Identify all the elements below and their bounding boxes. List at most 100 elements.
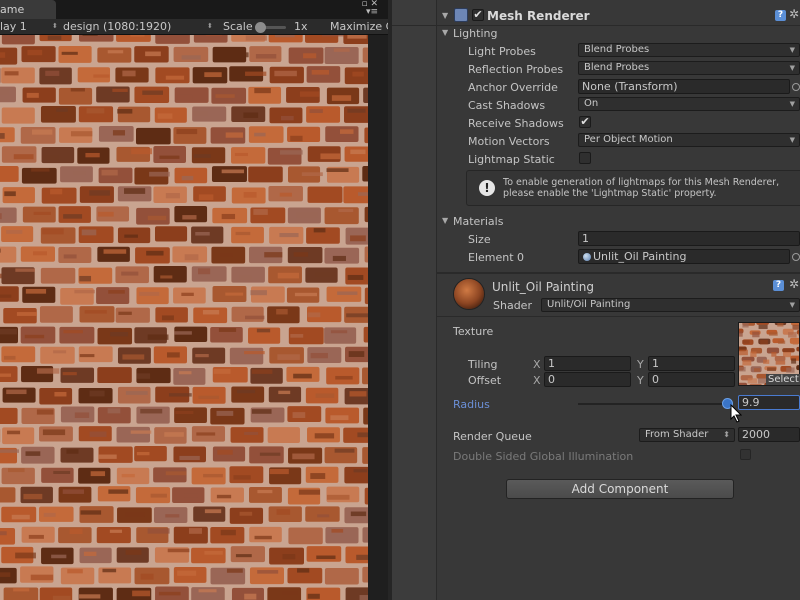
- display-updown-icon: ⬍: [52, 22, 58, 30]
- offset-y-label: Y: [637, 374, 644, 387]
- element0-label: Element 0: [468, 251, 525, 264]
- size-label: Size: [468, 233, 491, 246]
- help-icon[interactable]: ?: [773, 280, 784, 291]
- object-picker-icon[interactable]: [792, 253, 800, 261]
- mesh-renderer-enabled-checkbox[interactable]: ✔: [472, 9, 484, 21]
- display-label: lay 1: [0, 20, 27, 33]
- foldout-arrow-icon[interactable]: ▼: [442, 11, 448, 20]
- help-icon[interactable]: ?: [775, 10, 786, 21]
- cast-shadows-row: Cast Shadows On ▼: [392, 96, 800, 114]
- game-toolbar: lay 1 ⬍ design (1080:1920) ⬍ Scale 1x Ma…: [0, 19, 393, 35]
- dropdown-arrow-icon: ▼: [789, 100, 795, 108]
- scale-slider-thumb[interactable]: [255, 22, 266, 33]
- maximize-on-play-button[interactable]: Maximize C: [330, 20, 393, 33]
- offset-y-value: 0: [652, 373, 659, 386]
- tab-menu-icon[interactable]: ▾≡: [366, 7, 378, 17]
- lighting-arrow-icon[interactable]: ▼: [442, 28, 448, 37]
- light-probes-value: Blend Probes: [584, 44, 650, 55]
- size-value: 1: [582, 232, 589, 245]
- dropdown-arrow-icon: ▼: [789, 64, 795, 72]
- anchor-override-value: None (Transform): [582, 80, 678, 93]
- cast-shadows-label: Cast Shadows: [468, 99, 546, 112]
- lighting-foldout[interactable]: ▼ Lighting: [392, 24, 800, 42]
- lightmap-static-checkbox[interactable]: [579, 152, 591, 164]
- gear-icon[interactable]: ✲: [789, 277, 799, 291]
- lightmap-info-box: ! To enable generation of lightmaps for …: [466, 170, 800, 206]
- dropdown-arrow-icon: ▼: [789, 301, 795, 309]
- receive-shadows-checkbox[interactable]: ✔: [579, 116, 591, 128]
- tiling-y-field[interactable]: 1: [648, 356, 735, 371]
- gear-icon[interactable]: ✲: [789, 7, 799, 21]
- lighting-label: Lighting: [453, 27, 498, 40]
- material-separator: [437, 316, 800, 317]
- info-line-1: To enable generation of lightmaps for th…: [503, 177, 780, 188]
- offset-label: Offset: [468, 374, 502, 387]
- materials-arrow-icon[interactable]: ▼: [442, 216, 448, 225]
- double-sided-gi-checkbox[interactable]: [740, 449, 751, 460]
- game-render-canvas[interactable]: [0, 35, 368, 600]
- light-probes-dropdown[interactable]: Blend Probes ▼: [578, 43, 800, 57]
- radius-label: Radius: [453, 398, 490, 411]
- double-sided-gi-row: Double Sided Global Illumination: [392, 447, 800, 465]
- motion-vectors-label: Motion Vectors: [468, 135, 550, 148]
- scale-label: Scale: [223, 20, 253, 33]
- game-tab[interactable]: ame: [0, 0, 56, 19]
- material-preview-sphere: [453, 278, 485, 310]
- radius-slider-track[interactable]: [578, 403, 728, 405]
- reflection-probes-label: Reflection Probes: [468, 63, 564, 76]
- add-component-label: Add Component: [571, 482, 669, 496]
- offset-row: Offset X 0 Y 0: [392, 371, 800, 389]
- material-sphere-image: [454, 279, 484, 309]
- add-component-button[interactable]: Add Component: [506, 479, 734, 499]
- materials-label: Materials: [453, 215, 504, 228]
- render-queue-mode-dropdown[interactable]: From Shader ⬍: [639, 428, 735, 442]
- tiling-x-field[interactable]: 1: [544, 356, 631, 371]
- element0-field[interactable]: Unlit_Oil Painting: [578, 249, 790, 264]
- offset-x-label: X: [533, 374, 541, 387]
- render-queue-mode-value: From Shader: [645, 429, 709, 440]
- offset-y-field[interactable]: 0: [648, 372, 735, 387]
- component-separator: [437, 272, 800, 274]
- reflection-probes-dropdown[interactable]: Blend Probes ▼: [578, 61, 800, 75]
- resolution-label: design (1080:1920): [63, 20, 172, 33]
- lightmap-static-label: Lightmap Static: [468, 153, 555, 166]
- cast-shadows-value: On: [584, 98, 599, 109]
- oil-painting-brick-image: [0, 35, 368, 600]
- mesh-renderer-icon: [454, 8, 468, 22]
- mesh-renderer-header[interactable]: ▼ ✔ Mesh Renderer ? ✲: [392, 6, 800, 26]
- cast-shadows-dropdown[interactable]: On ▼: [578, 97, 800, 111]
- render-queue-value: 2000: [742, 428, 770, 441]
- resolution-updown-icon: ⬍: [207, 22, 213, 30]
- materials-foldout[interactable]: ▼ Materials: [392, 212, 800, 230]
- motion-vectors-dropdown[interactable]: Per Object Motion ▼: [578, 133, 800, 147]
- resolution-dropdown[interactable]: design (1080:1920): [63, 20, 171, 33]
- game-tab-label: ame: [0, 3, 25, 16]
- mouse-cursor-icon: [730, 404, 742, 423]
- shader-dropdown[interactable]: Unlit/Oil Painting ▼: [541, 298, 800, 312]
- object-picker-icon[interactable]: [792, 83, 800, 91]
- element0-value: Unlit_Oil Painting: [593, 250, 687, 263]
- render-queue-field[interactable]: 2000: [738, 427, 800, 442]
- receive-shadows-label: Receive Shadows: [468, 117, 564, 130]
- shader-value: Unlit/Oil Painting: [547, 299, 631, 310]
- material-icon: [583, 253, 591, 261]
- reflection-probes-row: Reflection Probes Blend Probes ▼: [392, 60, 800, 78]
- material-name: Unlit_Oil Painting: [492, 280, 594, 294]
- inspector-panel: ▼ ✔ Mesh Renderer ? ✲ ▼ Lighting Light P…: [392, 0, 800, 600]
- lightmap-static-row: Lightmap Static: [392, 150, 800, 168]
- size-field[interactable]: 1: [578, 231, 800, 246]
- tab-menu-icons[interactable]: ▫ ✕ ▾≡: [361, 0, 378, 17]
- anchor-override-field[interactable]: None (Transform): [578, 79, 790, 94]
- tiling-y-value: 1: [652, 357, 659, 370]
- display-dropdown[interactable]: lay 1: [0, 20, 27, 33]
- materials-size-row: Size 1: [392, 230, 800, 248]
- dropdown-arrow-icon: ▼: [789, 136, 795, 144]
- offset-x-field[interactable]: 0: [544, 372, 631, 387]
- reflection-probes-value: Blend Probes: [584, 62, 650, 73]
- render-queue-row: Render Queue From Shader ⬍ 2000: [392, 427, 800, 445]
- radius-field[interactable]: 9.9: [738, 395, 800, 410]
- game-tab-bar: ame ▫ ✕ ▾≡: [0, 0, 388, 19]
- info-message: To enable generation of lightmaps for th…: [503, 177, 779, 199]
- tiling-label: Tiling: [468, 358, 498, 371]
- tiling-x-value: 1: [548, 357, 555, 370]
